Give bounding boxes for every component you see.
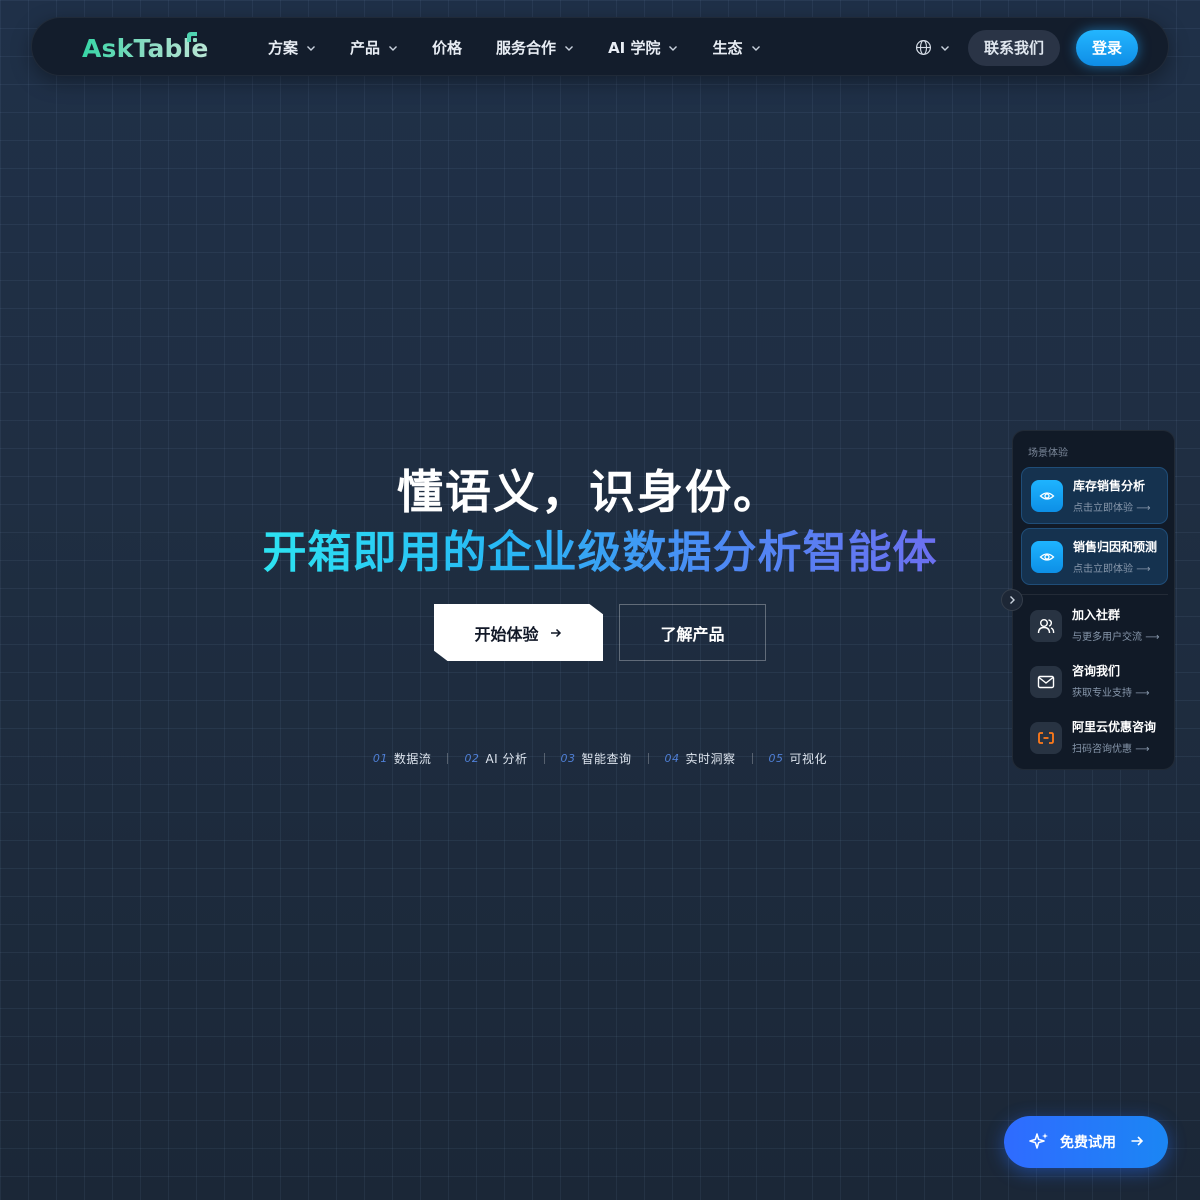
arrow-right-icon: ⟶ bbox=[1145, 632, 1160, 643]
free-trial-label: 免费试用 bbox=[1060, 1135, 1116, 1151]
main-nav: 方案 产品 价格 服务合作 AI 学院 生态 bbox=[268, 18, 795, 77]
feature-number: 02 bbox=[464, 751, 480, 765]
side-panel-toggle-button[interactable] bbox=[1001, 589, 1023, 611]
feature-divider bbox=[647, 752, 649, 764]
nav-item-label: 方案 bbox=[268, 39, 299, 57]
link-title: 咨询我们 bbox=[1072, 664, 1121, 678]
users-icon bbox=[1030, 610, 1062, 642]
hero-subheadline-text: 开箱即用的企业级数据分析智能体 bbox=[262, 527, 938, 578]
feature-label: 可视化 bbox=[789, 751, 828, 766]
feature-number: 04 bbox=[664, 751, 680, 765]
start-experience-button[interactable]: 开始体验 bbox=[434, 604, 603, 661]
scene-title: 库存销售分析 bbox=[1073, 479, 1146, 493]
join-community-link[interactable]: 加入社群 与更多用户交流 ⟶ bbox=[1021, 603, 1168, 649]
nav-item-ecosystem[interactable]: 生态 bbox=[712, 37, 760, 58]
nav-item-label: 生态 bbox=[712, 39, 743, 57]
link-title: 加入社群 bbox=[1072, 608, 1121, 622]
arrow-right-icon bbox=[1131, 1136, 1144, 1146]
top-navbar: AskTable 方案 产品 价格 服务合作 AI 学院 生态 联系我们 登录 bbox=[31, 17, 1169, 76]
feature-label: 智能查询 bbox=[581, 751, 632, 766]
arrow-right-icon: ⟶ bbox=[1136, 503, 1151, 514]
arrow-right-icon: ⟶ bbox=[1135, 744, 1150, 755]
login-button[interactable]: 登录 bbox=[1075, 29, 1138, 66]
scene-subtitle: 点击立即体验 ⟶ bbox=[1073, 564, 1151, 575]
scene-subtitle: 点击立即体验 ⟶ bbox=[1073, 503, 1151, 514]
feature-divider bbox=[447, 752, 449, 764]
scenario-side-panel: 场景体验 库存销售分析 点击立即体验 ⟶ 销售归因和预测 点击立即体验 ⟶ 加入… bbox=[1012, 430, 1175, 770]
chevron-down-icon bbox=[307, 45, 316, 51]
aliyun-icon bbox=[1030, 722, 1062, 754]
chevron-down-icon bbox=[940, 45, 949, 51]
scene-card-sales-attribution[interactable]: 销售归因和预测 点击立即体验 ⟶ bbox=[1021, 528, 1168, 585]
aliyun-discount-link[interactable]: 阿里云优惠咨询 扫码咨询优惠 ⟶ bbox=[1021, 715, 1168, 761]
start-experience-label: 开始体验 bbox=[474, 624, 539, 644]
feature-item: 02 AI 分析 bbox=[464, 750, 527, 767]
chevron-right-icon bbox=[1010, 596, 1015, 604]
feature-divider bbox=[751, 752, 753, 764]
nav-item-ai-academy[interactable]: AI 学院 bbox=[608, 37, 678, 58]
nav-item-label: 产品 bbox=[350, 39, 381, 57]
logo-mark-icon bbox=[187, 32, 197, 42]
link-subtitle: 扫码咨询优惠 ⟶ bbox=[1072, 744, 1150, 755]
feature-label: 实时洞察 bbox=[685, 751, 736, 766]
feature-item: 05 可视化 bbox=[769, 750, 828, 767]
nav-actions: 联系我们 登录 bbox=[915, 18, 1138, 77]
feature-item: 03 智能查询 bbox=[561, 750, 632, 767]
chevron-down-icon bbox=[669, 45, 678, 51]
nav-item-label: 价格 bbox=[432, 39, 463, 57]
link-subtitle: 获取专业支持 ⟶ bbox=[1072, 688, 1150, 699]
arrow-right-icon: ⟶ bbox=[1136, 564, 1151, 575]
nav-item-pricing[interactable]: 价格 bbox=[432, 37, 462, 58]
mail-icon bbox=[1030, 666, 1062, 698]
nav-item-label: AI 学院 bbox=[608, 39, 661, 57]
nav-item-label: 服务合作 bbox=[496, 39, 557, 57]
consult-us-link[interactable]: 咨询我们 获取专业支持 ⟶ bbox=[1021, 659, 1168, 705]
chevron-down-icon bbox=[389, 45, 398, 51]
arrow-right-icon: ⟶ bbox=[1135, 688, 1150, 699]
globe-icon bbox=[915, 39, 931, 56]
feature-number: 01 bbox=[372, 751, 388, 765]
free-trial-button[interactable]: 免费试用 bbox=[1004, 1116, 1168, 1168]
eye-icon bbox=[1031, 541, 1063, 573]
feature-label: 数据流 bbox=[393, 751, 432, 766]
eye-icon bbox=[1031, 480, 1063, 512]
nav-item-solutions[interactable]: 方案 bbox=[268, 37, 316, 58]
scene-card-inventory-sales[interactable]: 库存销售分析 点击立即体验 ⟶ bbox=[1021, 467, 1168, 524]
arrow-right-icon bbox=[550, 628, 561, 637]
side-panel-divider bbox=[1021, 594, 1168, 595]
feature-item: 01 数据流 bbox=[373, 750, 432, 767]
learn-product-button[interactable]: 了解产品 bbox=[619, 604, 766, 661]
nav-item-services[interactable]: 服务合作 bbox=[496, 37, 574, 58]
feature-number: 05 bbox=[768, 751, 784, 765]
feature-divider bbox=[543, 752, 545, 764]
scene-title: 销售归因和预测 bbox=[1073, 540, 1158, 554]
link-title: 阿里云优惠咨询 bbox=[1072, 720, 1157, 734]
contact-us-button[interactable]: 联系我们 bbox=[967, 29, 1060, 66]
nav-item-products[interactable]: 产品 bbox=[350, 37, 398, 58]
chevron-down-icon bbox=[565, 45, 574, 51]
feature-item: 04 实时洞察 bbox=[665, 750, 736, 767]
side-panel-title: 场景体验 bbox=[1028, 448, 1068, 459]
language-switcher[interactable] bbox=[915, 39, 950, 56]
chevron-down-icon bbox=[751, 45, 760, 51]
feature-label: AI 分析 bbox=[485, 751, 528, 766]
brand-logo[interactable]: AskTable bbox=[82, 28, 212, 68]
hero-headline: 懂语义，识身份。 bbox=[397, 465, 781, 519]
feature-number: 03 bbox=[560, 751, 576, 765]
link-subtitle: 与更多用户交流 ⟶ bbox=[1072, 632, 1160, 643]
sparkles-icon bbox=[1029, 1133, 1048, 1149]
